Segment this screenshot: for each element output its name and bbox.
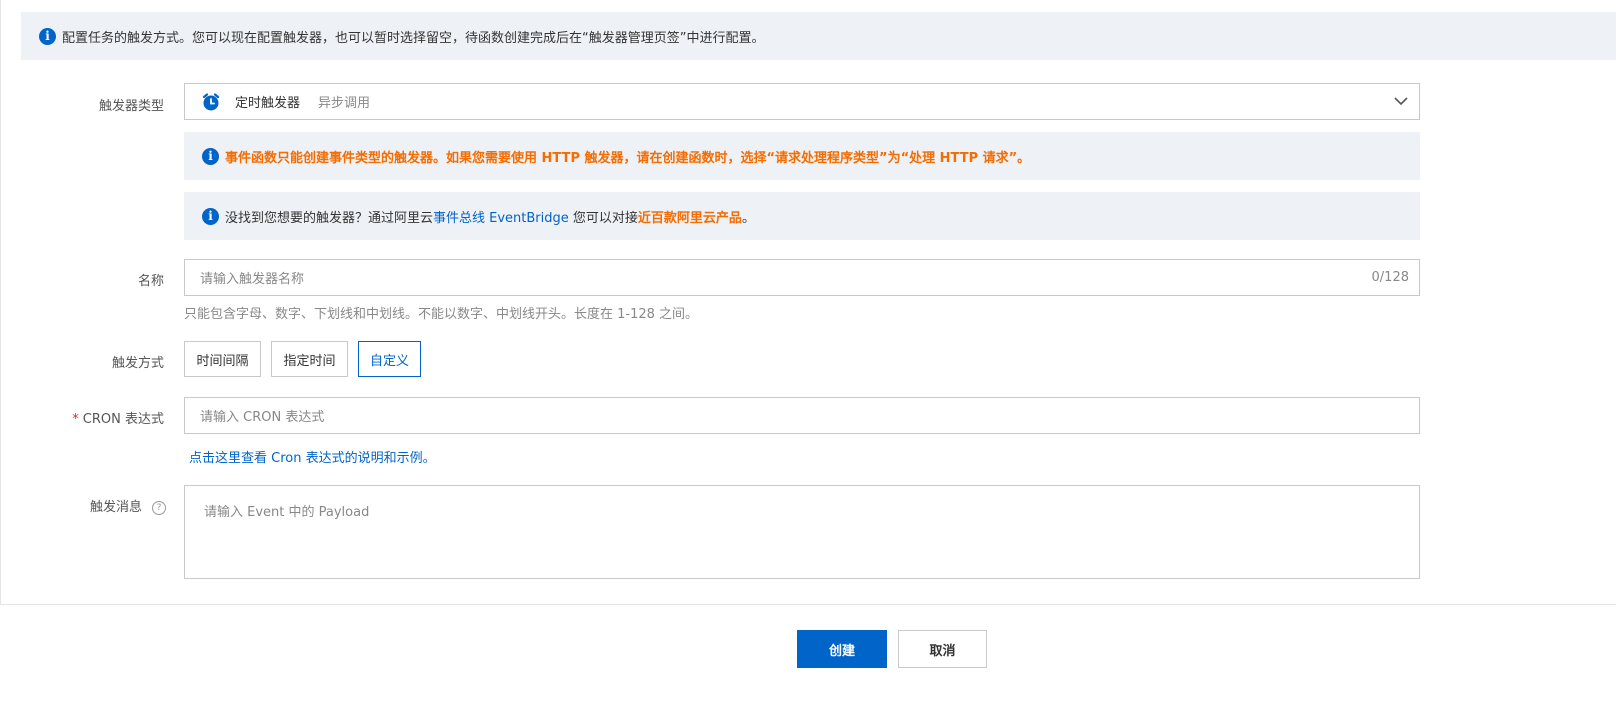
chevron-down-icon [1394, 97, 1408, 106]
name-input[interactable]: 请输入触发器名称 0/128 [184, 259, 1420, 296]
info-icon: i [39, 27, 56, 45]
eventbridge-prefix: 没找到您想要的触发器？通过阿里云 [225, 210, 434, 226]
banner-text: 配置任务的触发方式。您可以现在配置触发器，也可以暂时选择留空，待函数创建完成后在… [62, 30, 765, 46]
name-placeholder: 请输入触发器名称 [200, 272, 305, 287]
help-icon[interactable]: ? [152, 501, 166, 515]
info-icon: i [202, 207, 219, 225]
eventbridge-link[interactable]: 事件总线 EventBridge [433, 211, 569, 226]
cancel-button[interactable]: 取消 [898, 630, 987, 668]
name-help-text: 只能包含字母、数字、下划线和中划线。不能以数字、中划线开头。长度在 1-128 … [184, 307, 699, 322]
trigger-type-select[interactable]: 定时触发器 异步调用 [184, 83, 1420, 120]
payload-label: 触发消息? [90, 496, 166, 515]
http-notice-text: 事件函数只能创建事件类型的触发器。如果您需要使用 HTTP 触发器，请在创建函数… [225, 150, 1031, 166]
cron-input[interactable]: 请输入 CRON 表达式 [184, 397, 1420, 434]
trigger-type-value: 定时触发器 [235, 96, 301, 111]
mode-specific-time-button[interactable]: 指定时间 [271, 341, 348, 377]
cron-placeholder: 请输入 CRON 表达式 [200, 410, 325, 425]
required-mark: * [72, 412, 79, 427]
eventbridge-notice: i 没找到您想要的触发器？通过阿里云事件总线 EventBridge 您可以对接… [184, 192, 1420, 240]
create-button[interactable]: 创建 [797, 630, 887, 668]
eventbridge-middle: 您可以对接 [568, 210, 638, 226]
http-trigger-notice: i 事件函数只能创建事件类型的触发器。如果您需要使用 HTTP 触发器，请在创建… [184, 132, 1420, 180]
trigger-mode-label: 触发方式 [111, 356, 164, 371]
alarm-clock-icon [202, 92, 220, 110]
payload-textarea[interactable]: 请输入 Event 中的 Payload [184, 485, 1420, 579]
trigger-config-panel: i 配置任务的触发方式。您可以现在配置触发器，也可以暂时选择留空，待函数创建完成… [0, 0, 1616, 605]
eventbridge-suffix: 。 [741, 210, 755, 226]
mode-interval-button[interactable]: 时间间隔 [184, 341, 261, 377]
cron-help-link[interactable]: 点击这里查看 Cron 表达式的说明和示例。 [189, 447, 436, 466]
cron-label: * CRON 表达式 [72, 408, 164, 427]
name-char-counter: 0/128 [1371, 270, 1409, 285]
payload-label-text: 触发消息 [89, 500, 142, 515]
eventbridge-highlight: 近百款阿里云产品 [637, 210, 742, 226]
trigger-type-sub: 异步调用 [318, 96, 371, 111]
cron-label-text: CRON 表达式 [82, 412, 164, 427]
mode-custom-button[interactable]: 自定义 [358, 341, 421, 377]
info-banner: i 配置任务的触发方式。您可以现在配置触发器，也可以暂时选择留空，待函数创建完成… [21, 12, 1616, 60]
payload-placeholder: 请输入 Event 中的 Payload [204, 505, 370, 520]
trigger-type-label: 触发器类型 [98, 99, 164, 114]
name-label: 名称 [137, 274, 164, 289]
info-icon: i [202, 147, 219, 165]
eventbridge-notice-text: 没找到您想要的触发器？通过阿里云事件总线 EventBridge 您可以对接近百… [225, 207, 755, 226]
